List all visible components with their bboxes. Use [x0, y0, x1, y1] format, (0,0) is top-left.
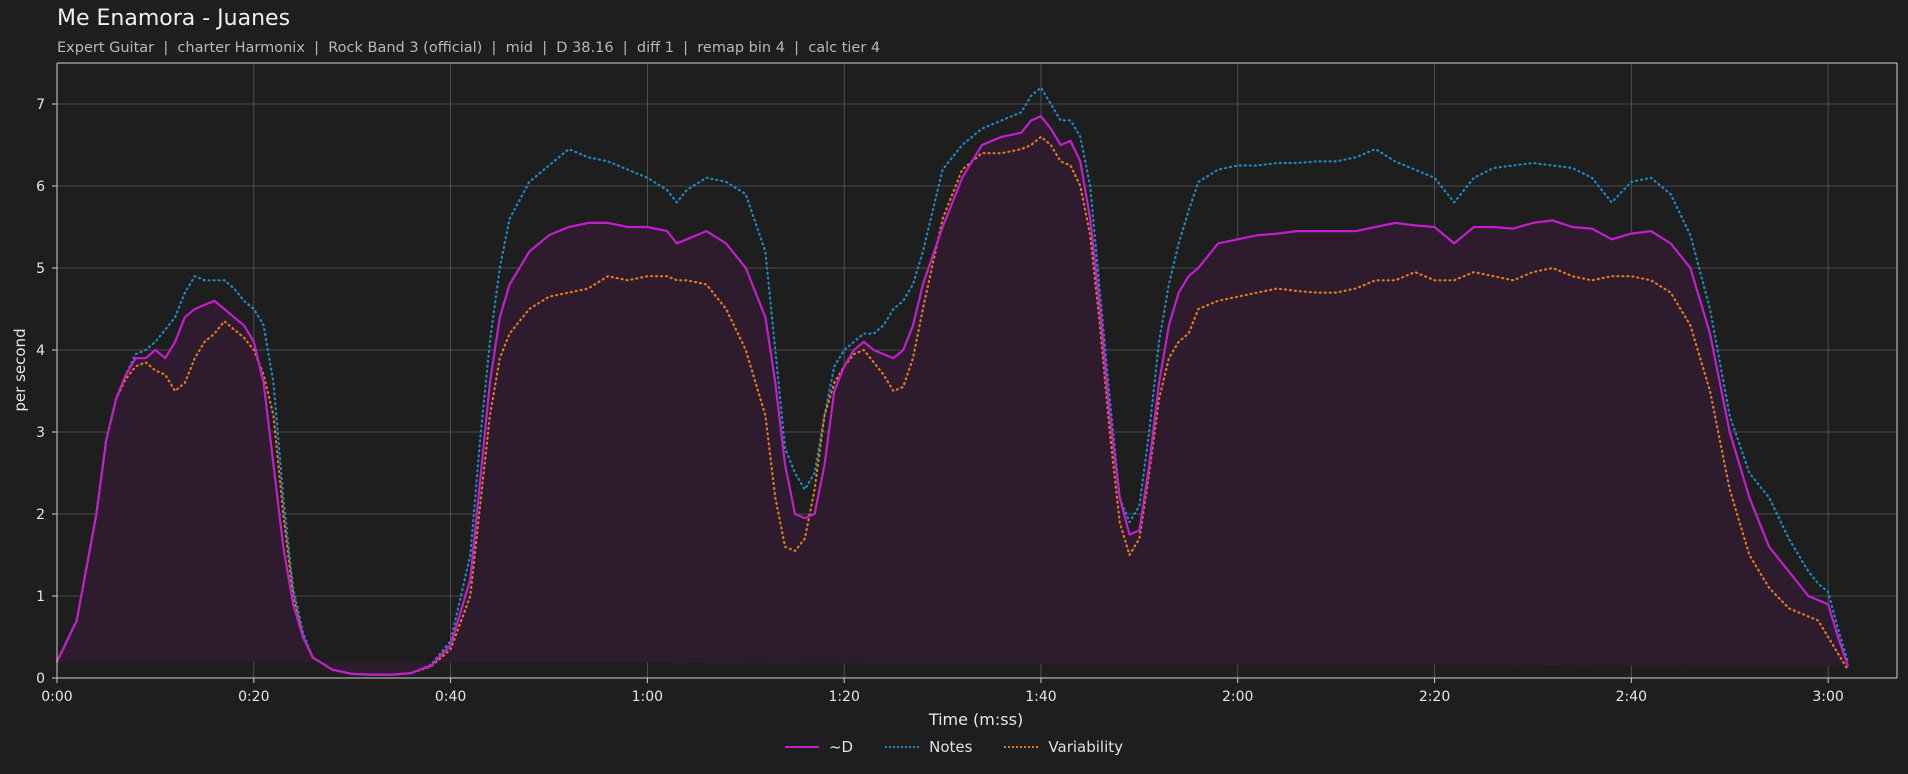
- y-tick-label: 3: [36, 425, 45, 441]
- y-tick-label: 4: [36, 343, 45, 359]
- legend-item-d: ~D: [784, 738, 854, 756]
- x-tick-label: 0:00: [41, 689, 72, 705]
- legend-label-d: ~D: [828, 738, 854, 756]
- y-tick-label: 5: [36, 261, 45, 277]
- x-tick-label: 0:20: [238, 689, 269, 705]
- x-tick-label: 2:20: [1419, 689, 1450, 705]
- x-tick-label: 1:40: [1025, 689, 1056, 705]
- legend-label-notes: Notes: [929, 738, 973, 756]
- x-tick-label: 1:20: [828, 689, 859, 705]
- y-tick-label: 7: [36, 97, 45, 113]
- y-tick-label: 1: [36, 589, 45, 605]
- legend-swatch-notes: [885, 746, 920, 748]
- x-tick-label: 0:40: [435, 689, 466, 705]
- legend-swatch-variability: [1004, 746, 1039, 748]
- x-tick-label: 1:00: [632, 689, 663, 705]
- legend-item-variability: Variability: [1004, 738, 1123, 756]
- series-layer: [55, 86, 1849, 676]
- legend-item-notes: Notes: [885, 738, 972, 756]
- x-tick-label: 2:40: [1616, 689, 1647, 705]
- y-tick-label: 6: [36, 179, 45, 195]
- x-tick-label: 3:00: [1812, 689, 1843, 705]
- y-tick-label: 0: [36, 671, 45, 687]
- y-tick-label: 2: [36, 507, 45, 523]
- line-chart: 0:00 0:20 0:40 1:00 1:20 1:40 2:00 2:20 2:40 3:00…: [11, 62, 1898, 729]
- x-axis-label: Time (m:ss): [928, 710, 1023, 729]
- legend-swatch-d: [784, 746, 819, 748]
- y-axis-label: per second: [11, 328, 29, 411]
- legend: ~D Notes Variability: [0, 738, 1908, 756]
- legend-label-variability: Variability: [1048, 738, 1124, 756]
- x-tick-label: 2:00: [1222, 689, 1253, 705]
